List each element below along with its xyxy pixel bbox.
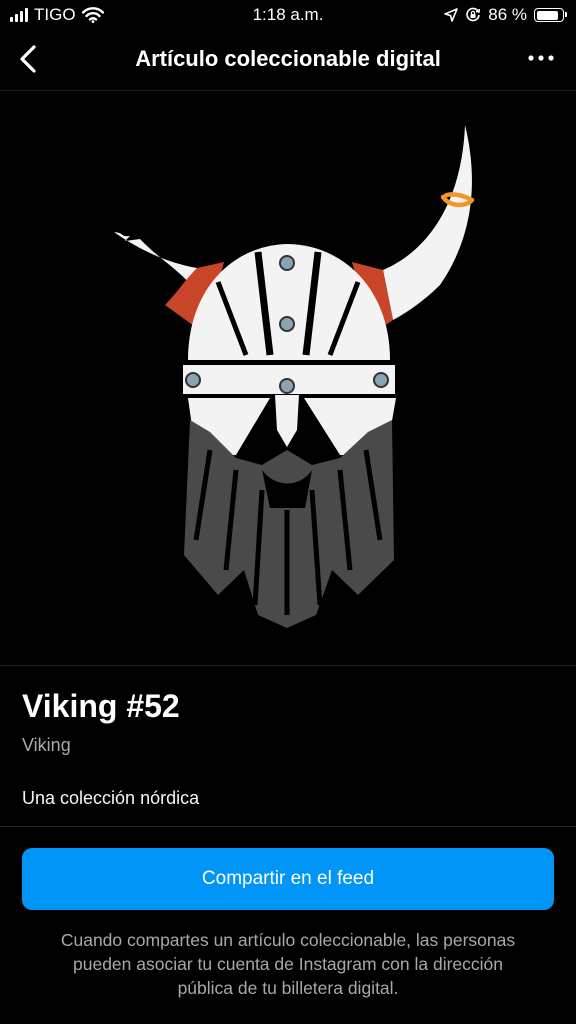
privacy-note-line: Cuando compartes un artículo coleccionab… (60, 930, 516, 950)
nav-bar: Artículo coleccionable digital (0, 30, 576, 91)
item-description: Una colección nórdica (22, 788, 200, 808)
collectible-artwork (0, 91, 576, 665)
privacy-note-line: pueden asociar tu cuenta de Instagram co… (73, 954, 503, 974)
more-horizontal-icon (528, 55, 554, 61)
more-options-button[interactable] (526, 48, 556, 68)
viking-helmet-image (114, 125, 475, 628)
battery-level-fill (536, 10, 558, 20)
status-right: 86 % (444, 5, 567, 25)
divider (0, 826, 576, 827)
divider (0, 665, 576, 666)
privacy-note: Cuando compartes un artículo coleccionab… (22, 928, 554, 1000)
location-icon (444, 8, 459, 22)
collection-name[interactable]: Viking (22, 735, 71, 756)
battery-percent: 86 % (488, 5, 527, 24)
orientation-lock-icon (466, 7, 481, 22)
item-title: Viking #52 (22, 688, 180, 724)
privacy-note-line: pública de tu billetera digital. (177, 978, 399, 998)
share-to-feed-button[interactable]: Compartir en el feed (22, 848, 554, 910)
page-title: Artículo coleccionable digital (135, 46, 441, 71)
status-bar: TIGO 1:18 a.m. 86 % (0, 0, 576, 30)
battery-icon (534, 8, 567, 22)
